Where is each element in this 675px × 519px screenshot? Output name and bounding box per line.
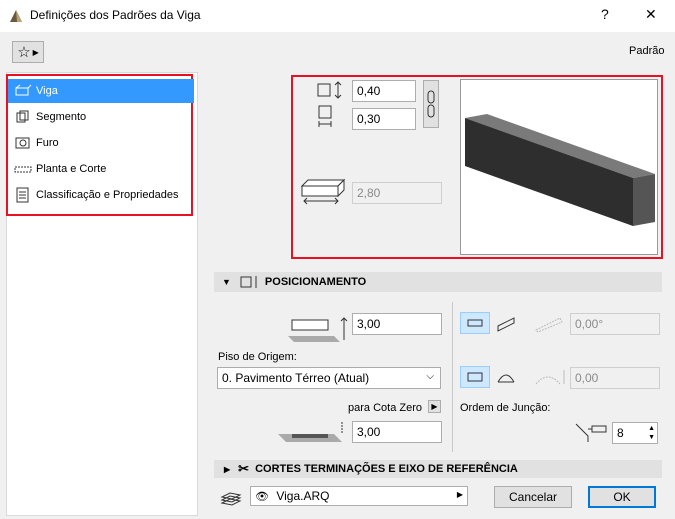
sidebar-item-label: Planta e Corte — [36, 163, 107, 175]
to-project-zero-label: para Cota Zero — [348, 402, 422, 414]
positioning-section-header[interactable]: ▼ POSICIONAMENTO — [214, 272, 662, 292]
positioning-icon — [240, 276, 257, 288]
layer-select[interactable]: 👁 Viga.ARQ ▶ — [250, 486, 468, 506]
layers-icon — [220, 492, 242, 506]
classification-icon — [16, 187, 29, 203]
sidebar-item-label: Segmento — [36, 111, 87, 123]
help-button[interactable]: ? — [601, 6, 609, 22]
chevron-down-icon: ▼ — [222, 277, 231, 287]
link-dimensions-button[interactable] — [423, 80, 439, 128]
beam-preview — [460, 79, 658, 255]
arrow-right-icon: ▶ — [456, 490, 463, 499]
chain-link-icon — [427, 90, 435, 118]
curve-height-icon — [535, 370, 565, 385]
plan-section-icon — [14, 166, 32, 173]
beam-3d-preview-image — [465, 114, 655, 226]
divider — [452, 302, 453, 452]
home-story-select[interactable]: 0. Pavimento Térreo (Atual) ⌵ — [217, 367, 441, 389]
segment-icon — [16, 110, 29, 123]
arrow-right-icon: ▶ — [32, 47, 39, 57]
curved-beam-icon[interactable] — [492, 366, 520, 388]
project-zero-menu-button[interactable]: ▶ — [428, 400, 441, 413]
home-story-value: 0. Pavimento Térreo (Atual) — [222, 371, 370, 385]
junction-order-value: 8 — [617, 426, 624, 440]
sidebar-item-label: Classificação e Propriedades — [36, 189, 179, 201]
sidebar-item-segmento[interactable]: Segmento — [8, 105, 194, 129]
straight-beam-icon — [467, 372, 483, 382]
star-icon: ☆ — [17, 44, 31, 61]
slant-angle-icon — [535, 317, 563, 333]
chevron-right-icon: ▶ — [224, 464, 231, 474]
beam-icon — [15, 84, 32, 96]
project-zero-icon — [278, 422, 343, 442]
arrow-right-icon: ▶ — [431, 402, 438, 411]
cancel-button[interactable]: Cancelar — [494, 486, 572, 508]
hole-icon — [15, 137, 30, 149]
reference-height-icon — [288, 317, 348, 342]
sidebar-item-label: Furo — [36, 137, 59, 149]
straight-beam-toggle[interactable] — [460, 366, 490, 388]
sidebar-item-viga[interactable]: Viga — [8, 79, 194, 103]
app-icon — [10, 10, 22, 22]
scissors-icon: ✂ — [238, 461, 250, 476]
slanted-beam-icon[interactable] — [492, 312, 520, 334]
horizontal-beam-icon — [467, 319, 483, 327]
horizontal-beam-toggle[interactable] — [460, 312, 490, 334]
sidebar-item-classificacao[interactable]: Classificação e Propriedades — [8, 183, 194, 207]
curve-height-input[interactable]: 0,00 — [570, 367, 660, 389]
window-title: Definições dos Padrões da Viga — [30, 8, 201, 22]
beam-length-input[interactable]: 2,80 — [352, 182, 442, 204]
slant-angle-input[interactable]: 0,00° — [570, 313, 660, 335]
junction-order-icon — [575, 423, 607, 442]
cuts-section-header[interactable]: ▶ ✂ CORTES TERMINAÇÕES E EIXO DE REFERÊN… — [214, 460, 662, 478]
beam-height-icon — [317, 81, 342, 99]
home-story-label: Piso de Origem: — [218, 351, 297, 363]
close-button[interactable]: ✕ — [645, 6, 657, 23]
project-zero-input[interactable]: 3,00 — [352, 421, 442, 443]
sidebar-item-planta-corte[interactable]: Planta e Corte — [8, 157, 194, 181]
beam-height-input[interactable]: 0,40 — [352, 80, 416, 102]
sidebar-item-label: Viga — [36, 85, 58, 97]
eye-icon: 👁 — [255, 491, 269, 503]
positioning-title: POSICIONAMENTO — [264, 276, 367, 288]
beam-width-input[interactable]: 0,30 — [352, 108, 416, 130]
reference-height-input[interactable]: 3,00 — [352, 313, 442, 335]
preset-label: Padrão — [629, 45, 665, 57]
favorites-button[interactable]: ☆ ▶ — [12, 41, 44, 63]
chevron-down-icon: ⌵ — [426, 371, 434, 382]
layer-value: Viga.ARQ — [276, 489, 330, 503]
stepper-arrows-icon[interactable]: ▲ ▼ — [648, 424, 655, 442]
junction-order-input[interactable]: 8 ▲ ▼ — [612, 422, 658, 444]
sidebar-item-furo[interactable]: Furo — [8, 131, 194, 155]
ok-button[interactable]: OK — [588, 486, 656, 508]
junction-order-label: Ordem de Junção: — [460, 402, 551, 414]
beam-length-icon — [300, 178, 346, 205]
beam-width-icon — [318, 105, 332, 127]
cuts-title: CORTES TERMINAÇÕES E EIXO DE REFERÊNCIA — [255, 463, 518, 475]
